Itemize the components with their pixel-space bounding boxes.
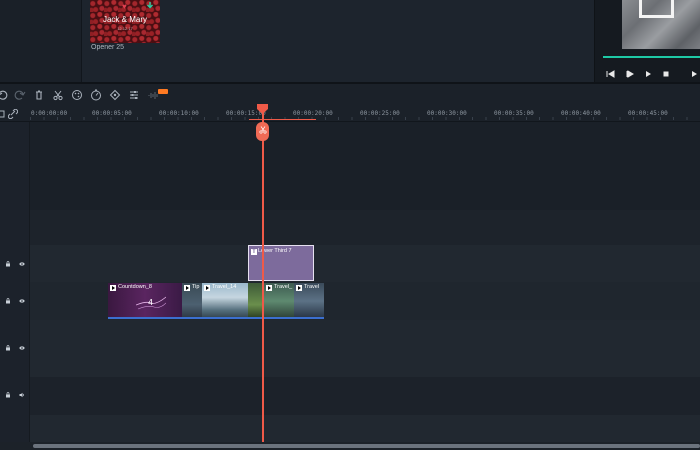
countdown-artwork: 4	[136, 296, 166, 310]
keyframe-icon[interactable]	[109, 89, 121, 101]
previous-frame-icon[interactable]	[605, 69, 615, 79]
speed-icon[interactable]	[90, 89, 102, 101]
ruler-tick-label: 00:00:30:00	[427, 110, 467, 117]
ruler-tick-label: 00:00:25:00	[360, 110, 400, 117]
track-row-audio	[0, 377, 700, 415]
video-clip-travel-3[interactable]: Travel	[294, 283, 324, 319]
title-clip[interactable]: T Lower Third 7	[248, 245, 314, 281]
media-caption: Opener 25	[91, 44, 125, 51]
eye-icon[interactable]	[19, 298, 25, 304]
ruler-tick-label: 00:00:35:00	[494, 110, 534, 117]
ruler-tick-label: 00:00:20:00	[293, 110, 333, 117]
clip-label: Travel	[304, 284, 320, 290]
play-icon	[184, 285, 190, 291]
clip-track-bar	[264, 317, 294, 319]
clip-track-bar	[294, 317, 324, 319]
clip-track-bar	[108, 317, 182, 319]
clip-track-bar	[202, 317, 248, 319]
lock-icon[interactable]	[5, 392, 11, 398]
track-row	[0, 210, 700, 245]
play-icon	[110, 285, 116, 291]
empty-track-region	[0, 122, 700, 210]
playhead-handle[interactable]	[256, 122, 269, 141]
ruler-minor-ticks	[30, 117, 700, 120]
stop-icon[interactable]	[661, 69, 671, 79]
snap-icon[interactable]	[0, 109, 8, 119]
ruler-tick-label: 00:00:05:00	[92, 110, 132, 117]
track-row	[0, 415, 700, 442]
link-icon[interactable]	[8, 109, 18, 119]
scrollbar-thumb[interactable]	[33, 444, 700, 448]
video-clip-countdown[interactable]: Countdown_8 4	[108, 283, 182, 319]
media-sidebar	[0, 0, 82, 82]
video-clip-travel-2[interactable]: Travel_	[264, 283, 294, 319]
preview-title-frame	[639, 0, 674, 18]
cut-icon[interactable]	[52, 89, 64, 101]
playhead-range-line	[249, 119, 316, 120]
redo-icon[interactable]	[14, 89, 26, 101]
clip-label: Travel_14	[212, 284, 237, 290]
eye-icon[interactable]	[19, 261, 25, 267]
preview-panel	[594, 0, 700, 82]
preview-progress-bar[interactable]	[603, 56, 700, 58]
step-back-icon[interactable]	[624, 69, 634, 79]
ruler-tick-label: 00:00:40:00	[561, 110, 601, 117]
lock-icon[interactable]	[5, 345, 11, 351]
playhead-line[interactable]	[262, 108, 264, 450]
track-row-title	[0, 245, 700, 282]
play-icon[interactable]	[643, 69, 653, 79]
svg-text:4: 4	[148, 298, 153, 307]
track-headers	[0, 122, 30, 450]
clip-label: Countdown_8	[118, 284, 152, 290]
ruler-tick-label: 0:00:00:00	[31, 110, 68, 117]
lock-icon[interactable]	[5, 261, 11, 267]
undo-icon[interactable]	[0, 89, 8, 101]
clip-label: Travel_	[274, 284, 293, 290]
heart-icon: ♥	[122, 2, 127, 11]
speaker-icon[interactable]	[19, 392, 25, 398]
track-row-video	[0, 282, 700, 320]
download-icon[interactable]	[146, 2, 154, 10]
playhead-marker[interactable]	[257, 104, 268, 114]
thumbnail-subtitle: 12.12.17	[117, 26, 133, 31]
lock-icon[interactable]	[5, 298, 11, 304]
track-row	[0, 320, 700, 377]
timeline-toolbar	[0, 84, 700, 106]
video-clip-tip[interactable]: Tip	[182, 283, 202, 319]
clip-track-bar	[182, 317, 202, 319]
eye-icon[interactable]	[19, 345, 25, 351]
play-icon	[266, 285, 272, 291]
new-badge	[158, 89, 168, 94]
title-type-icon: T	[251, 249, 257, 255]
media-thumbnail-opener[interactable]: ♥ Jack & Mary 12.12.17	[90, 0, 160, 43]
ruler-tick-label: 00:00:45:00	[628, 110, 668, 117]
adjust-icon[interactable]	[128, 89, 140, 101]
ruler-tick-label: 00:00:10:00	[159, 110, 199, 117]
clip-label: Tip	[192, 284, 200, 290]
scissors-icon[interactable]	[259, 126, 267, 134]
delete-icon[interactable]	[33, 89, 45, 101]
play-icon	[296, 285, 302, 291]
play-icon	[204, 285, 210, 291]
next-frame-icon[interactable]	[691, 69, 700, 79]
color-icon[interactable]	[71, 89, 83, 101]
video-clip-travel-14[interactable]: Travel_14	[202, 283, 248, 319]
thumbnail-title: Jack & Mary	[102, 15, 147, 24]
